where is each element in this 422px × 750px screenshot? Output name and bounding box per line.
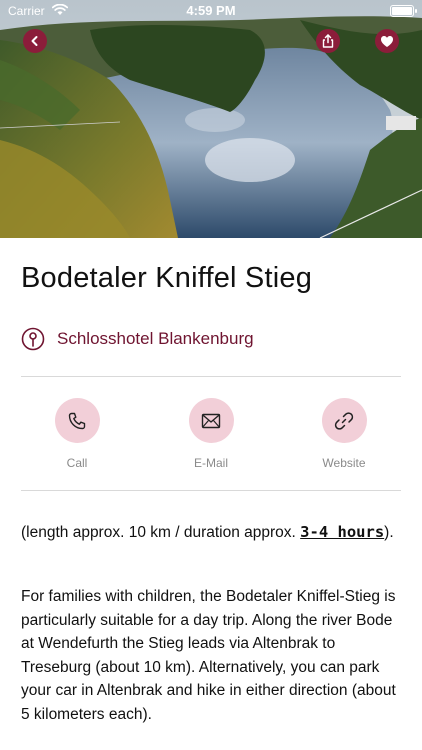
duration-prefix: (length approx. 10 km / duration approx. [21,524,301,541]
status-bar: Carrier 4:59 PM [0,0,422,22]
location-row[interactable]: Schlosshotel Blankenburg [21,326,254,352]
divider [21,376,401,377]
clock: 4:59 PM [186,3,236,18]
description-text: For families with children, the Bodetale… [21,588,396,723]
battery-icon [390,5,417,17]
email-button[interactable]: E-Mail [176,398,246,470]
duration-value: 3-4 hours [300,523,385,541]
phone-icon [54,398,100,443]
hero-image [0,0,422,238]
favorite-button[interactable] [375,29,399,53]
back-button[interactable] [23,29,47,53]
mail-icon [188,398,234,443]
share-button[interactable] [316,29,340,53]
heart-icon [381,35,393,47]
website-button[interactable]: Website [309,398,379,470]
location-label[interactable]: Schlosshotel Blankenburg [57,329,254,349]
chevron-left-icon [31,36,38,46]
share-icon [322,34,334,48]
call-button[interactable]: Call [42,398,112,470]
website-label: Website [322,456,366,470]
description-duration: (length approx. 10 km / duration approx.… [21,521,401,545]
divider [21,490,401,491]
map-pin-icon [21,327,45,351]
page-title: Bodetaler Kniffel Stieg [21,262,313,294]
duration-suffix: ). [384,524,394,541]
link-icon [321,398,367,443]
email-label: E-Mail [193,456,228,470]
call-label: Call [66,456,88,470]
